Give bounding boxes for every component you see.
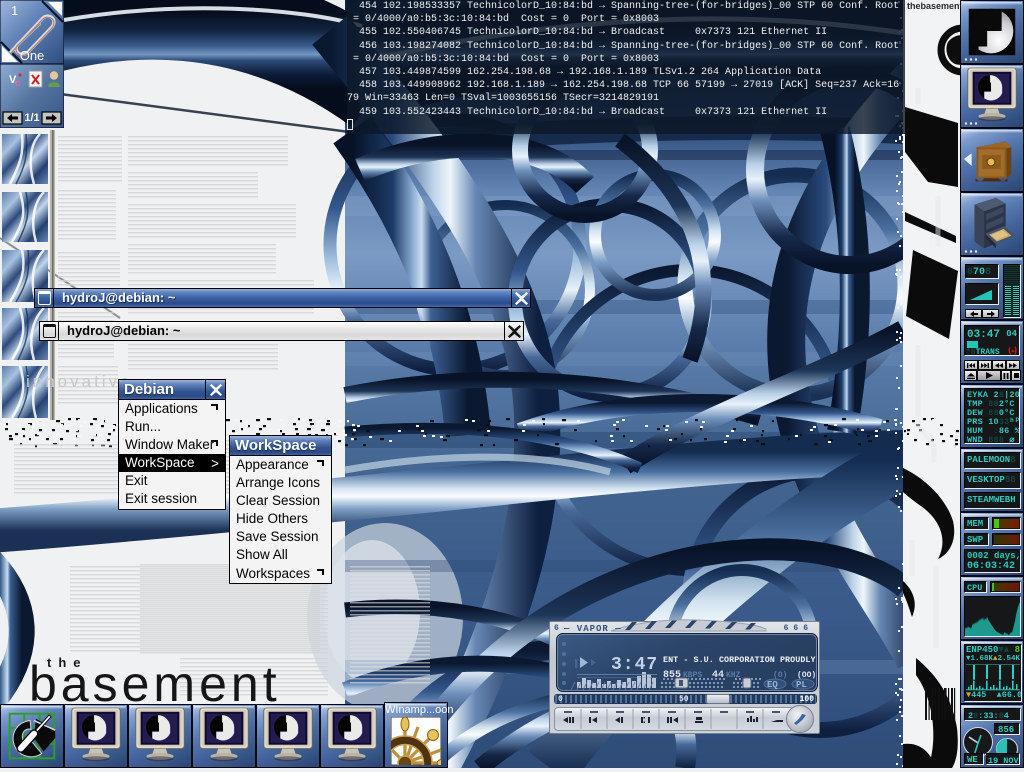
svg-text:KHZ: KHZ: [726, 671, 741, 680]
svg-text:44: 44: [712, 670, 724, 681]
svg-text:EQ: EQ: [767, 680, 778, 690]
svg-text:(OO): (OO): [797, 671, 816, 680]
svg-text:1/1: 1/1: [24, 112, 39, 124]
svg-text:ENT - S.U. CORPORATION PROUDLY: ENT - S.U. CORPORATION PROUDLY: [663, 655, 816, 665]
svg-text:3:47: 3:47: [611, 655, 658, 675]
svg-text:c: c: [15, 78, 21, 89]
svg-text:One: One: [20, 48, 45, 63]
svg-text:PL: PL: [796, 680, 807, 690]
svg-text:1: 1: [11, 3, 18, 18]
